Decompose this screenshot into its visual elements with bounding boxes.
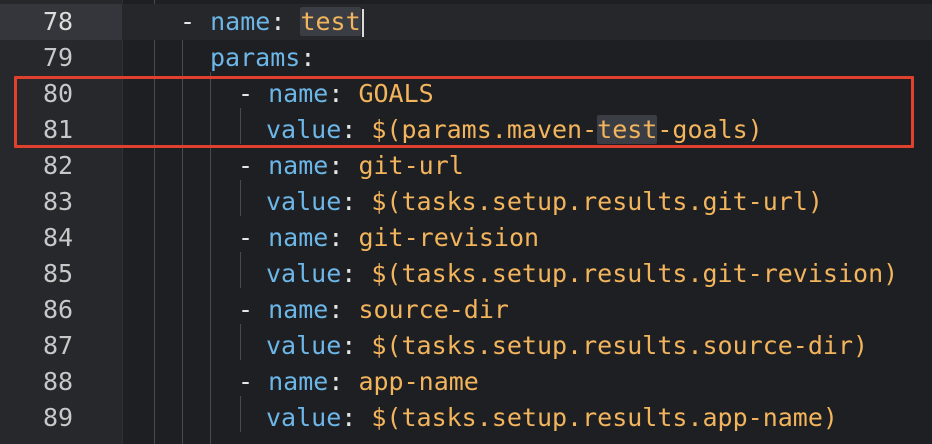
code-line[interactable]: 87 value: $(tasks.setup.results.source-d… — [0, 328, 932, 364]
line-number: 84 — [42, 223, 74, 252]
yaml-value: git-url — [358, 151, 464, 180]
code-line[interactable]: 86 - name: source-dir — [0, 292, 932, 328]
yaml-colon: : — [341, 259, 372, 288]
code-line[interactable]: 89 value: $(tasks.setup.results.app-name… — [0, 400, 932, 436]
line-number: 87 — [42, 331, 74, 360]
code-line[interactable]: 83 value: $(tasks.setup.results.git-url) — [0, 184, 932, 220]
yaml-key: value — [266, 403, 342, 432]
yaml-key: name — [268, 151, 329, 180]
annotation-highlight-box — [14, 76, 914, 148]
line-number: 85 — [42, 259, 74, 288]
yaml-colon: : — [270, 7, 301, 36]
yaml-key: params — [210, 43, 301, 72]
code-line[interactable]: 79 params: — [0, 40, 932, 76]
yaml-colon: : — [328, 367, 359, 396]
line-number: 83 — [42, 187, 74, 216]
yaml-colon: : — [341, 331, 372, 360]
code-text[interactable]: - name: git-url — [238, 148, 464, 184]
yaml-value: git-revision — [358, 223, 540, 252]
yaml-value: app-name — [358, 367, 479, 396]
list-dash: - — [238, 223, 269, 252]
list-dash: - — [238, 367, 269, 396]
code-text[interactable]: value: $(tasks.setup.results.app-name) — [266, 400, 838, 436]
code-text[interactable]: value: $(tasks.setup.results.git-url) — [266, 184, 823, 220]
code-line[interactable]: 78 - name: test — [0, 4, 932, 40]
yaml-colon: : — [328, 151, 359, 180]
code-line[interactable]: 82 - name: git-url — [0, 148, 932, 184]
code-line[interactable]: 84 - name: git-revision — [0, 220, 932, 256]
code-line[interactable]: 85 value: $(tasks.setup.results.git-revi… — [0, 256, 932, 292]
yaml-value: $(tasks.setup.results.git-revision) — [371, 259, 899, 288]
line-number: 79 — [42, 43, 74, 72]
text-cursor — [361, 9, 364, 37]
yaml-colon: : — [341, 187, 372, 216]
code-text[interactable]: - name: git-revision — [238, 220, 539, 256]
yaml-key: name — [268, 223, 329, 252]
yaml-key: value — [266, 187, 342, 216]
yaml-value: source-dir — [358, 295, 509, 324]
line-number: 86 — [42, 295, 74, 324]
code-text[interactable]: value: $(tasks.setup.results.source-dir) — [266, 328, 868, 364]
code-text[interactable]: - name: source-dir — [238, 292, 509, 328]
yaml-value: $(tasks.setup.results.git-url) — [371, 187, 823, 216]
line-number: 82 — [42, 151, 74, 180]
list-dash: - — [238, 295, 269, 324]
line-number: 88 — [42, 367, 74, 396]
line-number: 89 — [42, 403, 74, 432]
code-editor[interactable]: 78 - name: test 79 params: 80 - name: GO… — [0, 0, 932, 444]
code-text[interactable]: - name: app-name — [238, 364, 479, 400]
yaml-value: $(tasks.setup.results.source-dir) — [371, 331, 869, 360]
yaml-value: $(tasks.setup.results.app-name) — [371, 403, 838, 432]
yaml-colon: : — [300, 43, 316, 72]
yaml-colon: : — [341, 403, 372, 432]
code-line[interactable]: 88 - name: app-name — [0, 364, 932, 400]
list-dash: - — [238, 151, 269, 180]
yaml-value: test — [300, 7, 361, 36]
yaml-key: name — [268, 295, 329, 324]
code-text[interactable]: value: $(tasks.setup.results.git-revisio… — [266, 256, 898, 292]
yaml-colon: : — [328, 295, 359, 324]
yaml-key: value — [266, 259, 342, 288]
code-text[interactable]: - name: test — [180, 4, 364, 40]
code-text[interactable]: params: — [210, 40, 315, 76]
yaml-colon: : — [328, 223, 359, 252]
line-number: 78 — [0, 4, 122, 40]
yaml-key: name — [268, 367, 329, 396]
yaml-key: value — [266, 331, 342, 360]
yaml-key: name — [210, 7, 271, 36]
list-dash: - — [180, 7, 211, 36]
